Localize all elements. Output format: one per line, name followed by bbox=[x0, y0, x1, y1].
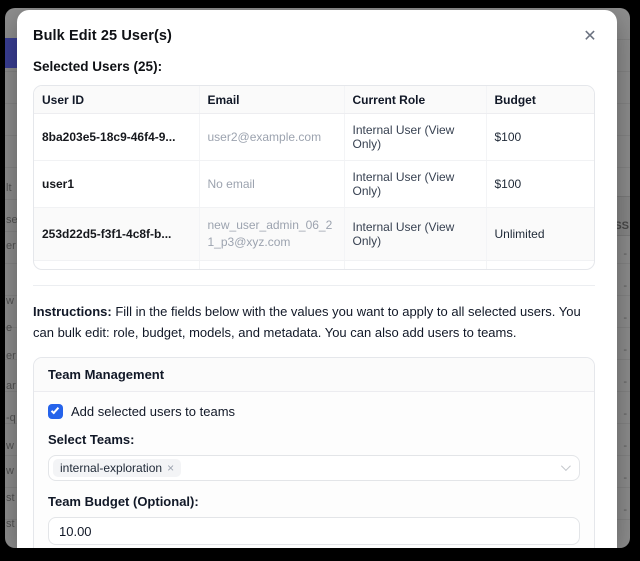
background-table-left-edge: lt se er w e er ar -q w w st st bbox=[5, 8, 17, 548]
column-header-current-role: Current Role bbox=[344, 86, 486, 114]
cell-user-id: 5dbd2335-cdd6-47ca-b... bbox=[34, 261, 199, 271]
background-table-right-edge: SS - - - - - - - - - bbox=[617, 8, 630, 548]
column-header-budget: Budget bbox=[486, 86, 595, 114]
cell-email: inter bbox=[199, 261, 344, 271]
background-cell-dash: - bbox=[623, 504, 627, 516]
cell-email: new_user_admin_06_21_p3@xyz.com bbox=[199, 208, 344, 261]
background-text-fragment: e bbox=[6, 322, 12, 334]
background-cell-dash: - bbox=[623, 408, 627, 420]
background-text-fragment: st bbox=[6, 518, 15, 530]
cell-budget: Unlimited bbox=[486, 261, 595, 271]
modal-header: Bulk Edit 25 User(s) ✕ bbox=[33, 28, 597, 50]
team-management-body: Add selected users to teams Select Teams… bbox=[34, 392, 594, 548]
team-chip-label: internal-exploration bbox=[60, 461, 162, 475]
cell-user-id: 253d22d5-f3f1-4c8f-b... bbox=[34, 208, 199, 261]
team-chip[interactable]: internal-exploration × bbox=[53, 459, 181, 477]
cell-role: Internal User (View Only) bbox=[344, 261, 486, 271]
chevron-down-icon bbox=[561, 461, 571, 471]
team-management-title: Team Management bbox=[34, 358, 594, 392]
column-header-email: Email bbox=[199, 86, 344, 114]
background-text-fragment: er bbox=[6, 350, 16, 362]
background-text-fragment: -q bbox=[6, 412, 16, 424]
cell-email: No email bbox=[199, 161, 344, 208]
instructions-body: Fill in the fields below with the values… bbox=[33, 304, 581, 340]
add-users-checkbox-row[interactable]: Add selected users to teams bbox=[48, 404, 580, 419]
background-text-fragment: w bbox=[6, 295, 14, 307]
cell-budget: $100 bbox=[486, 114, 595, 161]
cell-user-id: 8ba203e5-18c9-46f4-9... bbox=[34, 114, 199, 161]
background-cell-dash: - bbox=[623, 312, 627, 324]
teams-select[interactable]: internal-exploration × bbox=[48, 455, 580, 481]
chip-remove-icon[interactable]: × bbox=[167, 461, 174, 475]
team-budget-label: Team Budget (Optional): bbox=[48, 494, 580, 509]
background-cell-dash: - bbox=[623, 472, 627, 484]
section-divider bbox=[33, 285, 595, 286]
background-text-fragment: se bbox=[6, 214, 18, 226]
table-row: 5dbd2335-cdd6-47ca-b... inter Internal U… bbox=[34, 261, 595, 271]
cell-role: Internal User (View Only) bbox=[344, 114, 486, 161]
background-selected-sidebar-item bbox=[5, 38, 17, 68]
cell-email: user2@example.com bbox=[199, 114, 344, 161]
add-users-checkbox[interactable] bbox=[48, 404, 63, 419]
background-text-fragment: w bbox=[6, 465, 14, 477]
cell-budget: Unlimited bbox=[486, 208, 595, 261]
selected-users-label: Selected Users (25): bbox=[33, 59, 597, 74]
cell-role: Internal User (View Only) bbox=[344, 161, 486, 208]
checkmark-icon bbox=[50, 405, 58, 414]
team-budget-input[interactable] bbox=[48, 517, 580, 545]
table-row: 8ba203e5-18c9-46f4-9... user2@example.co… bbox=[34, 114, 595, 161]
modal-title: Bulk Edit 25 User(s) bbox=[33, 28, 597, 44]
table-header-row: User ID Email Current Role Budget bbox=[34, 86, 595, 114]
background-cell-dash: - bbox=[623, 280, 627, 292]
column-header-user-id: User ID bbox=[34, 86, 199, 114]
select-teams-label: Select Teams: bbox=[48, 432, 580, 447]
background-text-fragment: st bbox=[6, 492, 15, 504]
team-management-card: Team Management Add selected users to te… bbox=[33, 357, 595, 548]
cell-budget: $100 bbox=[486, 161, 595, 208]
cell-role: Internal User (View Only) bbox=[344, 208, 486, 261]
bulk-edit-users-modal: Bulk Edit 25 User(s) ✕ Selected Users (2… bbox=[17, 10, 617, 548]
close-icon[interactable]: ✕ bbox=[579, 26, 601, 48]
instructions-text: Instructions: Fill in the fields below w… bbox=[33, 301, 595, 343]
selected-users-table[interactable]: User ID Email Current Role Budget 8ba203… bbox=[33, 85, 595, 270]
background-cell-dash: - bbox=[623, 440, 627, 452]
instructions-label: Instructions: bbox=[33, 304, 112, 319]
background-cell-dash: - bbox=[623, 344, 627, 356]
background-cell-dash: - bbox=[623, 248, 627, 260]
background-cell-dash: - bbox=[623, 376, 627, 388]
background-text-fragment: w bbox=[6, 440, 14, 452]
cell-user-id: user1 bbox=[34, 161, 199, 208]
background-text-fragment: ar bbox=[6, 380, 16, 392]
background-text-fragment: er bbox=[6, 240, 16, 252]
background-text-fragment: lt bbox=[6, 182, 12, 194]
table-row: user1 No email Internal User (View Only)… bbox=[34, 161, 595, 208]
add-users-checkbox-label: Add selected users to teams bbox=[71, 404, 235, 419]
table-row: 253d22d5-f3f1-4c8f-b... new_user_admin_0… bbox=[34, 208, 595, 261]
dimmed-page-backdrop: lt se er w e er ar -q w w st st SS - - -… bbox=[5, 8, 630, 548]
